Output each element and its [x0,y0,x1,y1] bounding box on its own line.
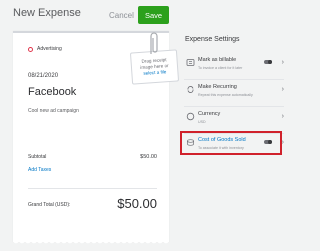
inventory-icon [187,139,194,146]
divider [28,188,157,189]
chevron-right-icon: › [281,59,284,66]
grand-total-amount: $50.00 [117,196,157,211]
setting-desc: USD [198,120,206,124]
cancel-button[interactable]: Cancel [109,11,134,20]
setting-desc: To invoice a client for it later [198,66,243,70]
billable-icon [186,59,195,66]
divider [184,106,284,107]
grand-total-label: Grand Total (USD): [28,202,71,208]
recurring-icon [187,86,194,93]
setting-label: Make Recurring [198,84,237,90]
currency-icon [186,112,195,121]
setting-label: Mark as billable [198,57,237,63]
category-label: Advertising [37,46,62,52]
save-button[interactable]: Save [138,6,169,24]
receipt-torn-edge [13,240,169,246]
chevron-right-icon: › [281,139,284,146]
chevron-right-icon: › [281,113,284,120]
setting-cost-of-goods-sold[interactable]: Cost of Goods Sold To associate it with … [184,135,284,159]
category-icon [28,46,33,52]
category-selector[interactable]: Advertising [28,46,62,52]
settings-title: Expense Settings [185,36,240,43]
page-title: New Expense [13,7,81,19]
divider [184,79,284,80]
memo-field[interactable]: Cool new ad campaign [28,108,79,114]
date-field[interactable]: 08/21/2020 [28,73,58,79]
setting-label: Currency [198,111,221,117]
billable-toggle[interactable] [264,60,272,64]
setting-mark-billable[interactable]: Mark as billable To invoice a client for… [184,55,284,79]
subtotal-amount: $50.00 [140,154,157,160]
add-taxes-link[interactable]: Add Taxes [28,167,51,173]
merchant-field[interactable]: Facebook [28,86,76,98]
chevron-right-icon: › [281,86,284,93]
cost-of-goods-toggle[interactable] [264,140,272,144]
setting-make-recurring[interactable]: Make Recurring Repeat this expense autom… [184,82,284,106]
setting-currency[interactable]: Currency USD › [184,109,284,133]
subtotal-label: Subtotal [28,154,47,160]
setting-label: Cost of Goods Sold [198,137,246,143]
paperclip-icon [150,32,158,54]
setting-desc: To associate it with inventory [198,146,244,150]
setting-desc: Repeat this expense automatically [198,93,253,97]
